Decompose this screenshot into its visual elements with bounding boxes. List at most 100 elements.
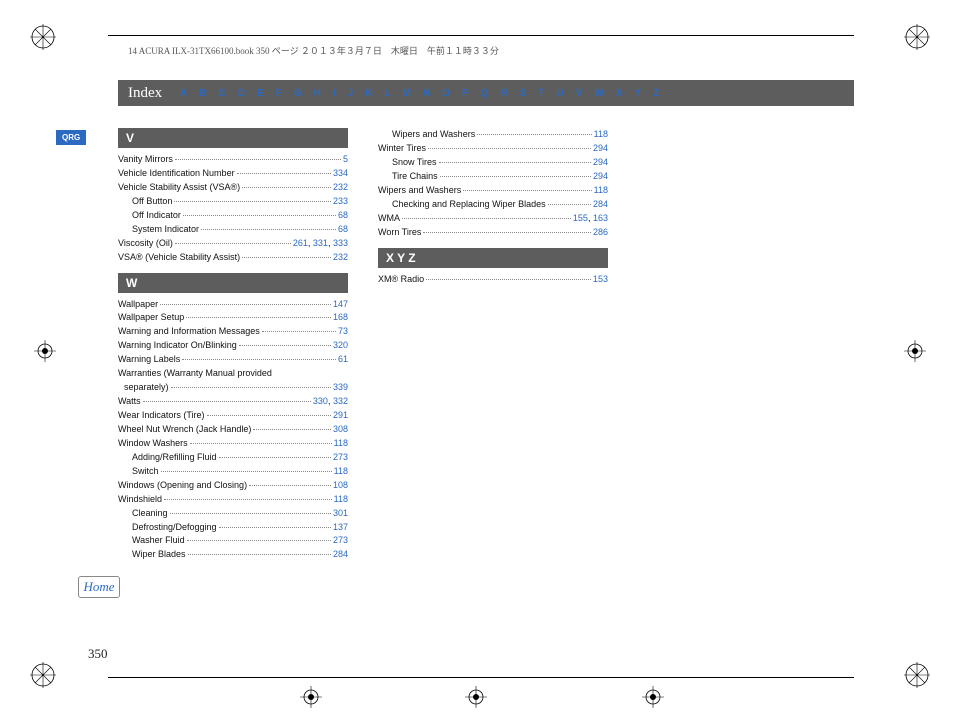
index-entry-pages: 155, 163 (573, 212, 608, 226)
page-link[interactable]: 108 (333, 480, 348, 490)
alpha-link-w[interactable]: W (594, 88, 603, 99)
alpha-link-i[interactable]: I (333, 88, 336, 99)
index-entry-pages: 294 (593, 156, 608, 170)
index-entry: Windshield 118 (118, 493, 348, 507)
leader-dots (207, 415, 331, 416)
page-link[interactable]: 163 (593, 213, 608, 223)
index-entry-label: Off Indicator (132, 209, 181, 223)
index-entry-pages: 108 (333, 479, 348, 493)
home-button[interactable]: Home (78, 576, 120, 598)
index-entry-label: VSA® (Vehicle Stability Assist) (118, 251, 240, 265)
page-link[interactable]: 137 (333, 522, 348, 532)
page-link[interactable]: 118 (334, 438, 348, 448)
alpha-link-a[interactable]: A (180, 88, 187, 99)
page-link[interactable]: 5 (343, 154, 348, 164)
leader-dots (262, 331, 336, 332)
page-link[interactable]: 286 (593, 227, 608, 237)
page-link[interactable]: 118 (594, 185, 608, 195)
page-link[interactable]: 332 (333, 396, 348, 406)
index-entry: Warning Labels61 (118, 353, 348, 367)
alpha-link-j[interactable]: J (348, 88, 354, 99)
index-entry: Washer Fluid273 (118, 534, 348, 548)
alpha-link-c[interactable]: C (219, 88, 226, 99)
index-entry: Worn Tires286 (378, 226, 608, 240)
section-header: V (118, 128, 348, 148)
page-link[interactable]: 333 (333, 238, 348, 248)
page-link[interactable]: 284 (333, 549, 348, 559)
page-link[interactable]: 233 (333, 196, 348, 206)
page-link[interactable]: 320 (333, 340, 348, 350)
page-link[interactable]: 68 (338, 210, 348, 220)
index-entry-label: Wipers and Washers (378, 184, 461, 198)
page-link[interactable]: 294 (593, 157, 608, 167)
page-link[interactable]: 232 (333, 182, 348, 192)
alpha-link-y[interactable]: Y (634, 88, 641, 99)
page-link[interactable]: 284 (593, 199, 608, 209)
index-entry: Wheel Nut Wrench (Jack Handle) 308 (118, 423, 348, 437)
index-column-1: VVanity Mirrors5Vehicle Identification N… (118, 128, 348, 562)
page-link[interactable]: 294 (593, 171, 608, 181)
alpha-link-d[interactable]: D (238, 88, 245, 99)
page-number: 350 (88, 646, 108, 662)
index-entry-pages: 118 (334, 465, 348, 479)
page-link[interactable]: 232 (333, 252, 348, 262)
registration-mark-icon (465, 686, 487, 708)
index-entry-label: Windshield (118, 493, 162, 507)
leader-dots (164, 499, 332, 500)
index-entry-label: Wheel Nut Wrench (Jack Handle) (118, 423, 251, 437)
leader-dots (201, 229, 336, 230)
alpha-link-e[interactable]: E (257, 88, 264, 99)
alpha-link-x[interactable]: X (616, 88, 623, 99)
leader-dots (170, 513, 331, 514)
leader-dots (182, 359, 336, 360)
index-entry: WMA155, 163 (378, 212, 608, 226)
index-entry-label: Vehicle Identification Number (118, 167, 235, 181)
page-link[interactable]: 118 (334, 494, 348, 504)
page-link[interactable]: 118 (334, 466, 348, 476)
index-entry-pages: 232 (333, 251, 348, 265)
alpha-link-f[interactable]: F (276, 88, 282, 99)
alpha-link-l[interactable]: L (384, 88, 390, 99)
page-link[interactable]: 61 (338, 354, 348, 364)
alpha-link-o[interactable]: O (442, 88, 450, 99)
page-link[interactable]: 273 (333, 452, 348, 462)
page-link[interactable]: 168 (333, 312, 348, 322)
page-link[interactable]: 301 (333, 508, 348, 518)
index-entry: Switch118 (118, 465, 348, 479)
page-link[interactable]: 68 (338, 224, 348, 234)
index-entry-label: Wiper Blades (132, 548, 186, 562)
index-entry: Checking and Replacing Wiper Blades284 (378, 198, 608, 212)
alpha-link-n[interactable]: N (423, 88, 430, 99)
alpha-link-p[interactable]: P (462, 88, 469, 99)
leader-dots (242, 257, 331, 258)
page-link[interactable]: 73 (338, 326, 348, 336)
alpha-link-s[interactable]: S (520, 88, 527, 99)
alpha-link-t[interactable]: T (538, 88, 544, 99)
page-link[interactable]: 339 (333, 382, 348, 392)
registration-mark-icon (300, 686, 322, 708)
page-link[interactable]: 291 (333, 410, 348, 420)
page-link[interactable]: 261 (293, 238, 308, 248)
alpha-link-b[interactable]: B (199, 88, 206, 99)
page-link[interactable]: 118 (594, 129, 608, 139)
alpha-link-m[interactable]: M (403, 88, 411, 99)
page-link[interactable]: 153 (593, 274, 608, 284)
alpha-link-k[interactable]: K (365, 88, 372, 99)
alpha-link-q[interactable]: Q (481, 88, 489, 99)
alpha-link-g[interactable]: G (294, 88, 302, 99)
alpha-link-h[interactable]: H (314, 88, 321, 99)
alpha-link-r[interactable]: R (500, 88, 507, 99)
index-entry: separately)339 (118, 381, 348, 395)
page-link[interactable]: 147 (333, 299, 348, 309)
page-link[interactable]: 334 (333, 168, 348, 178)
page-link[interactable]: 294 (593, 143, 608, 153)
page-link[interactable]: 155 (573, 213, 588, 223)
page-link[interactable]: 308 (333, 424, 348, 434)
qrg-tab-link[interactable]: QRG (56, 130, 86, 145)
alpha-link-z[interactable]: Z (653, 88, 659, 99)
alpha-link-u[interactable]: U (556, 88, 563, 99)
page-link[interactable]: 330 (313, 396, 328, 406)
page-link[interactable]: 331 (313, 238, 328, 248)
alpha-link-v[interactable]: V (576, 88, 583, 99)
page-link[interactable]: 273 (333, 535, 348, 545)
